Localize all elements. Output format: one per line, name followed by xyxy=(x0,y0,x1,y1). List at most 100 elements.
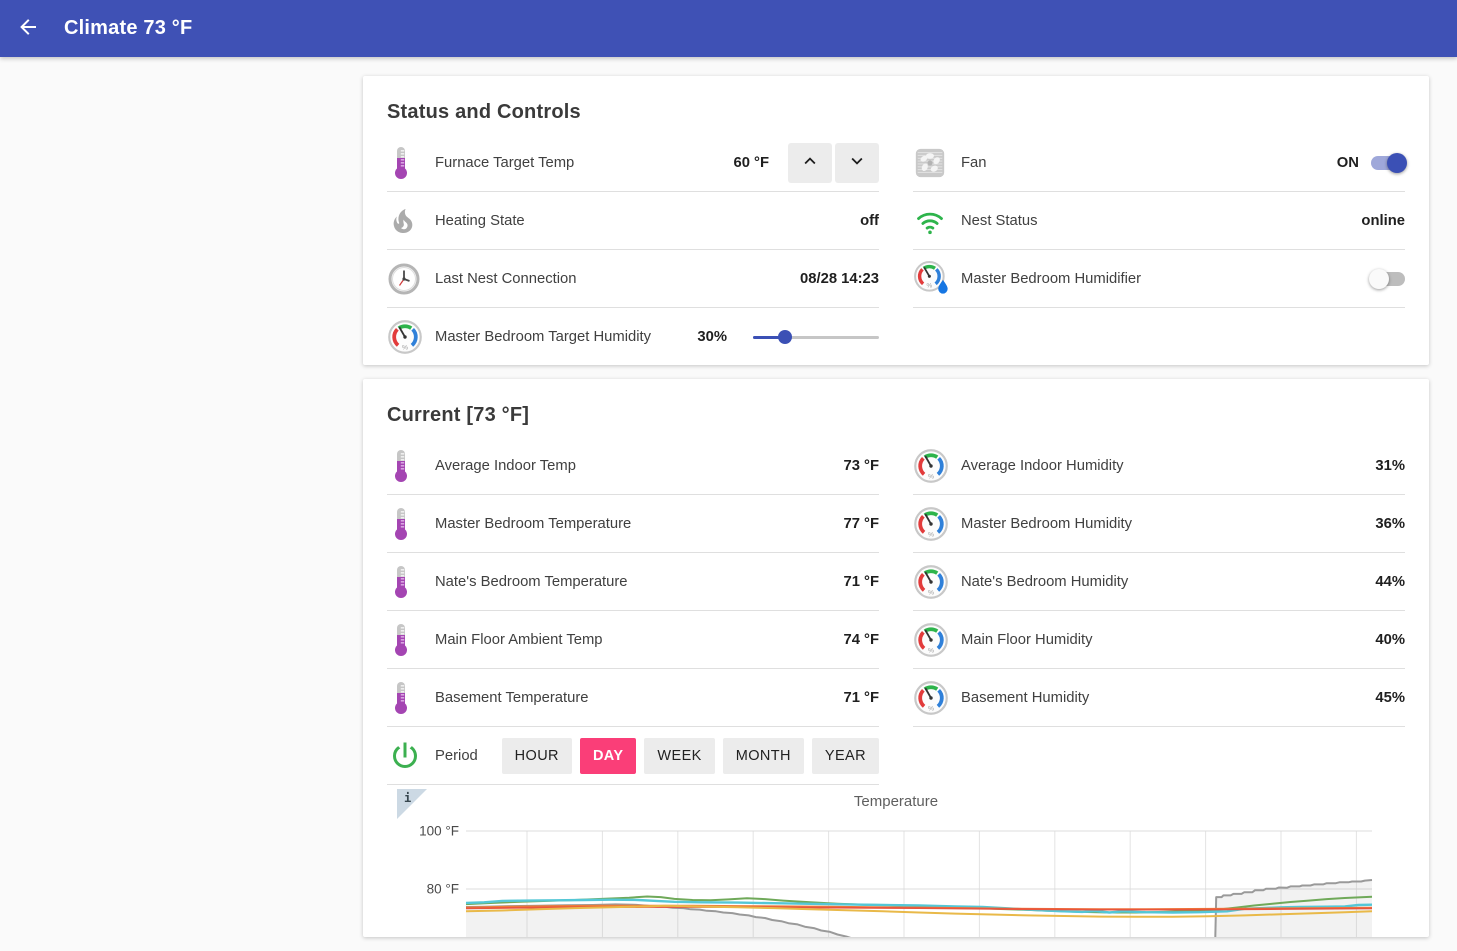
power-icon xyxy=(387,738,435,774)
row-value: 71 °F xyxy=(843,574,879,590)
row-label: Nate's Bedroom Humidity xyxy=(961,574,1375,590)
arrow-left-icon xyxy=(16,15,40,42)
humidity-gauge-icon: % xyxy=(913,564,961,600)
humidity-gauge-icon: % xyxy=(913,506,961,542)
thermometer-icon xyxy=(387,622,435,658)
row-heating-state[interactable]: Heating Stateoff xyxy=(387,192,879,250)
master-bedroom-humidifier-toggle[interactable] xyxy=(1371,272,1405,286)
row-value: 77 °F xyxy=(843,516,879,532)
row-average-indoor-humidity[interactable]: % Average Indoor Humidity31% xyxy=(913,437,1405,495)
period-button-week[interactable]: WEEK xyxy=(644,738,714,774)
row-main-floor-ambient-temp[interactable]: Main Floor Ambient Temp74 °F xyxy=(387,611,879,669)
row-main-floor-humidity[interactable]: % Main Floor Humidity40% xyxy=(913,611,1405,669)
humidity-gauge-icon: % xyxy=(913,680,961,716)
period-button-year[interactable]: YEAR xyxy=(812,738,879,774)
toggle-thumb[interactable] xyxy=(1369,269,1389,289)
flame-icon xyxy=(387,205,435,237)
svg-text:%: % xyxy=(402,344,408,351)
fan-icon xyxy=(913,146,961,180)
row-label: Main Floor Ambient Temp xyxy=(435,632,843,648)
status-right-column: FanONNest Statusonline%Master Bedroom Hu… xyxy=(913,134,1405,365)
slider-thumb[interactable] xyxy=(778,330,792,344)
row-value: 36% xyxy=(1375,516,1405,532)
row-value: 45% xyxy=(1375,690,1405,706)
clock-icon xyxy=(387,262,435,296)
row-furnace-target-temp[interactable]: Furnace Target Temp60 °F xyxy=(387,134,879,192)
fan-toggle[interactable] xyxy=(1371,156,1405,170)
row-label: Heating State xyxy=(435,213,860,229)
temp-down-button[interactable] xyxy=(835,143,879,183)
thermometer-icon xyxy=(387,680,435,716)
row-label: Master Bedroom Target Humidity xyxy=(435,329,697,345)
svg-text:%: % xyxy=(928,473,934,480)
svg-text:%: % xyxy=(928,647,934,654)
thermometer-icon xyxy=(387,145,435,181)
current-card-title: Current [73 °F] xyxy=(387,379,1405,429)
row-nest-status[interactable]: Nest Statusonline xyxy=(913,192,1405,250)
row-value: 40% xyxy=(1375,632,1405,648)
row-master-bedroom-humidity[interactable]: %Master Bedroom Humidity36% xyxy=(913,495,1405,553)
row-label: Nate's Bedroom Temperature xyxy=(435,574,843,590)
status-card-title: Status and Controls xyxy=(387,76,1405,126)
thermometer-icon xyxy=(387,448,435,484)
thermometer-icon xyxy=(387,564,435,600)
row-nate-s-bedroom-temperature[interactable]: Nate's Bedroom Temperature71 °F xyxy=(387,553,879,611)
row-master-bedroom-temperature[interactable]: Master Bedroom Temperature77 °F xyxy=(387,495,879,553)
back-button[interactable] xyxy=(16,9,56,49)
period-label: Period xyxy=(435,748,494,764)
current-card: Current [73 °F] Average Indoor Temp73 °F… xyxy=(363,379,1429,937)
chevron-down-icon xyxy=(846,150,868,175)
row-label: Master Bedroom Temperature xyxy=(435,516,843,532)
row-value: 44% xyxy=(1375,574,1405,590)
svg-text:%: % xyxy=(928,705,934,712)
row-period: PeriodHOURDAYWEEKMONTHYEAR xyxy=(387,727,879,785)
app-header: Climate 73 °F xyxy=(0,0,1457,57)
row-master-bedroom-humidifier[interactable]: % Master Bedroom Humidifier xyxy=(913,250,1405,308)
row-label: Last Nest Connection xyxy=(435,271,800,287)
thermometer-icon xyxy=(387,506,435,542)
row-value: 08/28 14:23 xyxy=(800,271,879,287)
row-nate-s-bedroom-humidity[interactable]: % Nate's Bedroom Humidity44% xyxy=(913,553,1405,611)
row-label: Master Bedroom Humidity xyxy=(961,516,1375,532)
row-label: Master Bedroom Humidifier xyxy=(961,271,1359,287)
row-value: ON xyxy=(1337,155,1359,171)
row-value: online xyxy=(1361,213,1405,229)
row-basement-humidity[interactable]: %Basement Humidity45% xyxy=(913,669,1405,727)
chevron-up-icon xyxy=(799,150,821,175)
main-content: Status and Controls Furnace Target Temp6… xyxy=(363,76,1429,951)
row-label: Nest Status xyxy=(961,213,1361,229)
row-value: 30% xyxy=(697,329,727,345)
temperature-history-chart: i Temperature 100 °F80 °F xyxy=(387,785,1405,937)
current-right-column: %Average Indoor Humidity31%%Master Bedro… xyxy=(913,437,1405,785)
temp-up-button[interactable] xyxy=(788,143,832,183)
row-label: Average Indoor Temp xyxy=(435,458,843,474)
page-title: Climate 73 °F xyxy=(64,17,192,40)
toggle-thumb[interactable] xyxy=(1387,153,1407,173)
row-master-bedroom-target-humidity[interactable]: % Master Bedroom Target Humidity30% xyxy=(387,308,879,365)
row-value: 31% xyxy=(1375,458,1405,474)
row-label: Average Indoor Humidity xyxy=(961,458,1375,474)
status-and-controls-card: Status and Controls Furnace Target Temp6… xyxy=(363,76,1429,365)
period-button-day[interactable]: DAY xyxy=(580,738,636,774)
period-button-hour[interactable]: HOUR xyxy=(502,738,572,774)
humidity-gauge-icon: % xyxy=(913,622,961,658)
row-fan[interactable]: FanON xyxy=(913,134,1405,192)
row-last-nest-connection[interactable]: Last Nest Connection08/28 14:23 xyxy=(387,250,879,308)
row-value: off xyxy=(860,213,879,229)
svg-text:%: % xyxy=(928,589,934,596)
row-basement-temperature[interactable]: Basement Temperature71 °F xyxy=(387,669,879,727)
row-value: 71 °F xyxy=(843,690,879,706)
row-average-indoor-temp[interactable]: Average Indoor Temp73 °F xyxy=(387,437,879,495)
period-button-month[interactable]: MONTH xyxy=(723,738,804,774)
current-left-column: Average Indoor Temp73 °FMaster Bedroom T… xyxy=(387,437,879,785)
wifi-icon xyxy=(913,206,961,236)
row-value: 60 °F xyxy=(733,155,769,171)
row-label: Main Floor Humidity xyxy=(961,632,1375,648)
target-humidity-slider[interactable] xyxy=(753,330,879,344)
period-button-group: HOURDAYWEEKMONTHYEAR xyxy=(494,738,879,774)
humidity-gauge-icon: % xyxy=(913,448,961,484)
status-card-grid: Furnace Target Temp60 °FHeating Stateoff… xyxy=(387,134,1405,365)
y-axis-tick-label: 80 °F xyxy=(427,882,459,897)
svg-text:%: % xyxy=(927,282,933,289)
humidifier-icon: % xyxy=(913,260,961,298)
